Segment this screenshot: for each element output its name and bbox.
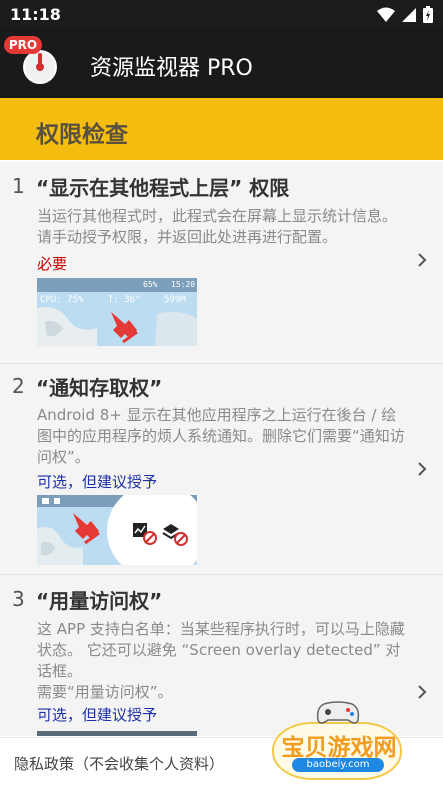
permission-list: 1 “显示在其他程式上层” 权限 当运行其他程式时，此程式会在屏幕上显示统计信息…	[0, 162, 443, 736]
preview-clock: 15:20	[171, 280, 196, 289]
blocked-chart-icon	[133, 523, 157, 545]
preview-status-row: 65% 15:20	[37, 278, 197, 292]
privacy-policy-link[interactable]: 隐私政策（不会收集个人资料）	[14, 753, 224, 774]
section-header: 权限检查	[0, 98, 443, 160]
chevron-right-icon	[418, 685, 427, 699]
signal-icon	[402, 7, 416, 22]
overlay-preview-image: 65% 15:20 CPU: 75% T: 36° 599M	[37, 278, 197, 346]
preview-mem: 599M	[164, 295, 186, 305]
watermark-brand: 宝贝游戏网	[281, 735, 397, 761]
watermark-url: baobeiy.com	[292, 758, 384, 772]
item-status: 可选，但建议授予	[37, 473, 158, 491]
notification-preview-image	[37, 495, 197, 565]
item-number: 2	[12, 374, 25, 398]
watermark-logo: 宝贝游戏网 baobeiy.com	[262, 696, 412, 782]
hand-pointer-icon	[111, 312, 138, 344]
item-title: “显示在其他程式上层” 权限	[36, 176, 290, 200]
item-status: 可选，但建议授予	[37, 706, 158, 724]
hand-pointer-icon	[73, 513, 100, 545]
wifi-icon	[377, 7, 395, 22]
pro-badge-label: PRO	[8, 38, 38, 52]
battery-icon	[423, 6, 433, 23]
item-number: 1	[12, 174, 25, 198]
permission-item-notification[interactable]: 2 “通知存取权” Android 8+ 显示在其他应用程序之上运行在後台 / …	[0, 364, 443, 575]
item-title: “通知存取权”	[36, 376, 163, 400]
status-time: 11:18	[10, 5, 61, 24]
gamepad-icon	[316, 701, 360, 724]
item-title: “用量访问权”	[36, 589, 163, 613]
status-icons	[377, 6, 433, 23]
usage-preview-image	[37, 731, 197, 736]
preview-temp: T: 36°	[108, 295, 141, 305]
blocked-layers-icon	[162, 524, 188, 546]
app-title: 资源监视器 PRO	[90, 56, 253, 81]
pro-badge: PRO	[4, 36, 42, 54]
item-number: 3	[12, 587, 25, 611]
item-status: 必要	[37, 255, 68, 273]
chevron-right-icon	[418, 253, 427, 267]
status-bar: 11:18	[0, 0, 443, 28]
item-description: Android 8+ 显示在其他应用程序之上运行在後台 / 绘图中的应用程序的烦…	[37, 406, 405, 466]
permission-item-overlay[interactable]: 1 “显示在其他程式上层” 权限 当运行其他程式时，此程式会在屏幕上显示统计信息…	[0, 162, 443, 364]
item-description: 这 APP 支持白名单：当某些程序执行时，可以马上隐藏状态。 它还可以避免 “S…	[37, 620, 405, 701]
item-description: 当运行其他程式时，此程式会在屏幕上显示统计信息。请手动授予权限，并返回此处进再进…	[37, 207, 398, 246]
section-title: 权限检查	[36, 122, 128, 148]
preview-battery: 65%	[143, 280, 158, 289]
app-bar: PRO 资源监视器 PRO	[0, 28, 443, 98]
chevron-right-icon	[418, 462, 427, 476]
preview-cpu: CPU: 75%	[40, 295, 84, 305]
